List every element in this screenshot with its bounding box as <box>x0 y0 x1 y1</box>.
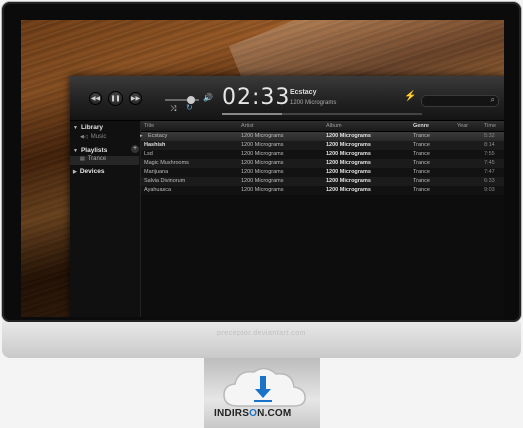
cell-artist: 1200 Micrograms <box>241 187 284 193</box>
cell-title: Hashish <box>144 142 166 148</box>
cell-album: 1200 Micrograms <box>326 142 371 148</box>
cell-time: 8:14 <box>484 142 495 148</box>
sidebar: ▼ Library ◀◁ Music ▼ Playlists + ▤ Trance ▶ D… <box>70 121 141 317</box>
volume-icon: 🔊 <box>203 93 213 102</box>
watermark-o: O <box>249 408 258 419</box>
cell-time: 9:03 <box>484 187 495 193</box>
cell-time: 6:33 <box>484 178 495 184</box>
cell-album: 1200 Micrograms <box>326 178 371 184</box>
music-player-window: ◀◀ ❚❚ ▶▶ 🔊 ⤨ ↻ 02:33 Ecstacy 1200 Microg… <box>70 76 504 317</box>
cell-genre: Trance <box>413 169 430 175</box>
sidebar-library-header[interactable]: ▼ Library <box>73 124 103 131</box>
repeat-icon[interactable]: ↻ <box>186 103 193 112</box>
sidebar-item-trance[interactable]: ▤ Trance <box>70 156 139 165</box>
cell-title: Ayahuasca <box>144 187 172 193</box>
cell-album: 1200 Micrograms <box>326 160 371 166</box>
pause-icon[interactable]: ❚❚ <box>108 91 123 106</box>
column-header-title[interactable]: Title <box>144 123 154 129</box>
now-playing-artist: 1200 Micrograms <box>290 100 337 106</box>
search-icon[interactable]: ⌕ <box>491 95 495 105</box>
shuffle-icon[interactable]: ⤨ <box>170 104 176 114</box>
search-input[interactable]: ⌕ <box>421 95 499 107</box>
progress-fill <box>222 113 282 115</box>
table-row[interactable]: Marijuana 1200 Micrograms 1200 Micrograms T… <box>141 168 504 177</box>
column-header-artist[interactable]: Artist <box>241 123 254 129</box>
watermark-brand: INDIRSON.COM <box>214 408 291 419</box>
desktop-screen: ◀◀ ❚❚ ▶▶ 🔊 ⤨ ↻ 02:33 Ecstacy 1200 Microg… <box>21 20 504 317</box>
cell-artist: 1200 Micrograms <box>241 160 284 166</box>
cell-title: Marijuana <box>144 169 169 175</box>
music-label: Music <box>90 134 107 140</box>
previous-icon[interactable]: ◀◀ <box>89 92 102 105</box>
table-row[interactable]: Magic Mushrooms 1200 Micrograms 1200 Micro… <box>141 159 504 168</box>
elapsed-time: 02:33 <box>222 85 291 110</box>
cell-title: Salvia Divinorum <box>144 178 186 184</box>
cell-artist: 1200 Micrograms <box>241 178 284 184</box>
cell-time: 7:47 <box>484 169 495 175</box>
table-row[interactable]: Hashish 1200 Micrograms 1200 Micrograms Tra… <box>141 141 504 150</box>
cell-time: 5:32 <box>484 133 495 139</box>
cell-artist: 1200 Micrograms <box>241 169 284 175</box>
cell-album: 1200 Micrograms <box>326 169 371 175</box>
imac: ◀◀ ❚❚ ▶▶ 🔊 ⤨ ↻ 02:33 Ecstacy 1200 Microg… <box>0 0 523 428</box>
cell-title: Magic Mushrooms <box>144 160 189 166</box>
cell-time: 7:55 <box>484 151 495 157</box>
cell-title: Ecstacy <box>148 133 168 139</box>
column-header-year[interactable]: Year <box>457 123 468 129</box>
playlist-icon: ▤ <box>80 156 85 162</box>
table-row[interactable]: Ecstacy 1200 Micrograms 1200 Micrograms Tra… <box>140 132 504 141</box>
playlists-label: Playlists <box>80 147 108 154</box>
cell-album: 1200 Micrograms <box>326 133 371 139</box>
screen-bezel: ◀◀ ❚❚ ▶▶ 🔊 ⤨ ↻ 02:33 Ecstacy 1200 Microg… <box>2 2 521 322</box>
cell-album: 1200 Micrograms <box>326 187 371 193</box>
column-header-genre[interactable]: Genre <box>413 123 429 129</box>
devices-label: Devices <box>79 168 105 175</box>
cell-genre: Trance <box>413 178 430 184</box>
now-playing-icon: ▸ <box>140 133 143 139</box>
cell-artist: 1200 Micrograms <box>241 142 284 148</box>
sidebar-playlists-header[interactable]: ▼ Playlists <box>73 147 107 154</box>
monitor-chin <box>2 322 521 358</box>
cell-album: 1200 Micrograms <box>326 151 371 157</box>
player-toolbar: ◀◀ ❚❚ ▶▶ 🔊 ⤨ ↻ 02:33 Ecstacy 1200 Microg… <box>70 76 504 121</box>
bolt-icon[interactable]: ⚡ <box>404 91 416 102</box>
cell-genre: Trance <box>413 160 430 166</box>
watermark-prefix: INDIRS <box>214 408 250 419</box>
now-playing-title: Ecstacy <box>290 89 317 96</box>
progress-bar[interactable] <box>222 113 422 115</box>
cell-genre: Trance <box>413 142 430 148</box>
chin-caption: preceptor.deviantart.com <box>216 330 307 337</box>
table-row[interactable]: Salvia Divinorum 1200 Micrograms 1200 Micr… <box>141 177 504 186</box>
music-icon: ◀◁ <box>80 134 88 140</box>
column-header-album[interactable]: Album <box>326 123 342 129</box>
sidebar-item-music[interactable]: ◀◁ Music <box>80 134 106 140</box>
cell-time: 7:45 <box>484 160 495 166</box>
add-playlist-button[interactable]: + <box>131 145 139 153</box>
next-icon[interactable]: ▶▶ <box>129 92 142 105</box>
cell-genre: Trance <box>413 187 430 193</box>
cell-artist: 1200 Micrograms <box>241 151 284 157</box>
cell-genre: Trance <box>413 133 430 139</box>
track-table: Title Artist Album Genre Year Time Ecsta… <box>140 121 504 317</box>
table-header: Title Artist Album Genre Year Time <box>141 121 504 132</box>
cell-title: Lsd <box>144 151 153 157</box>
trance-label: Trance <box>87 156 107 162</box>
watermark-suffix: N.COM <box>257 408 292 419</box>
table-row[interactable]: Ayahuasca 1200 Micrograms 1200 Micrograms T… <box>141 186 504 195</box>
cell-artist: 1200 Micrograms <box>241 133 284 139</box>
cell-genre: Trance <box>413 151 430 157</box>
sidebar-devices-header[interactable]: ▶ Devices <box>73 168 104 175</box>
library-label: Library <box>80 124 103 131</box>
table-row[interactable]: Lsd 1200 Micrograms 1200 Micrograms Trance 7… <box>141 150 504 159</box>
column-header-time[interactable]: Time <box>484 123 496 129</box>
